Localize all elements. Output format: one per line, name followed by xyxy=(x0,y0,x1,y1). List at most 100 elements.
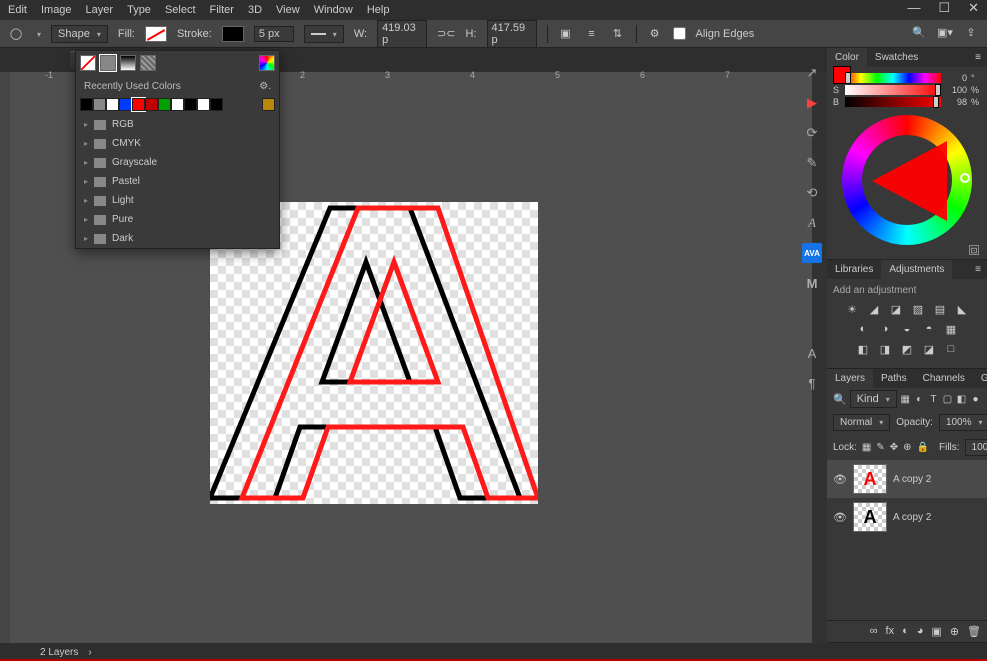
fx-icon[interactable]: fx xyxy=(886,625,895,638)
kind-dropdown[interactable]: Kind xyxy=(850,390,897,408)
preset-group[interactable]: Light xyxy=(76,191,279,210)
recent-color[interactable] xyxy=(158,98,171,111)
opacity-field[interactable]: 100% xyxy=(939,414,987,431)
dock-history-icon[interactable]: ⟳ xyxy=(802,123,822,143)
gradient-option[interactable] xyxy=(120,55,136,71)
panel-menu-icon[interactable]: ≡ xyxy=(969,48,987,67)
recent-color[interactable] xyxy=(145,98,158,111)
recent-color[interactable] xyxy=(197,98,210,111)
path-op-icon[interactable]: ▣ xyxy=(558,26,574,42)
sat-slider[interactable] xyxy=(845,85,941,95)
tab-paths[interactable]: Paths xyxy=(873,369,915,388)
tool-icon[interactable]: ◯ xyxy=(8,26,24,42)
link-wh-icon[interactable]: ⊃⊂ xyxy=(437,27,455,40)
adj-icon[interactable]: ◐ xyxy=(856,322,870,336)
filter-pixel-icon[interactable]: ▦ xyxy=(900,393,911,406)
workspace-icon[interactable]: ▣▾ xyxy=(937,24,953,40)
visibility-icon[interactable]: 👁 xyxy=(833,511,847,524)
menu-image[interactable]: Image xyxy=(41,4,72,16)
lock-trans-icon[interactable]: ▦ xyxy=(862,442,871,453)
align-icon[interactable]: ≡ xyxy=(584,26,600,42)
recent-color[interactable] xyxy=(132,98,145,111)
shape-a-red[interactable] xyxy=(242,208,538,498)
wheel-picker-icon[interactable] xyxy=(960,173,970,183)
preset-group[interactable]: Grayscale xyxy=(76,153,279,172)
tab-adjustments[interactable]: Adjustments xyxy=(881,260,952,279)
stroke-swatch[interactable] xyxy=(222,26,244,42)
adj-icon[interactable]: ◒ xyxy=(900,322,914,336)
menu-3d[interactable]: 3D xyxy=(248,4,262,16)
pattern-option[interactable] xyxy=(140,55,156,71)
recent-color[interactable] xyxy=(210,98,223,111)
filter-adj-icon[interactable]: ◐ xyxy=(914,393,925,406)
lock-artboard-icon[interactable]: ⊕ xyxy=(903,442,911,453)
tab-channels[interactable]: Channels xyxy=(915,369,973,388)
preset-group[interactable]: Dark xyxy=(76,229,279,248)
adj-hue-icon[interactable]: ◣ xyxy=(955,302,969,316)
adjustment-layer-icon[interactable]: ◕ xyxy=(917,625,924,638)
layer-thumbnail[interactable]: A xyxy=(853,502,887,532)
menu-type[interactable]: Type xyxy=(127,4,151,16)
menu-layer[interactable]: Layer xyxy=(86,4,114,16)
dock-char-icon[interactable]: A xyxy=(802,213,822,233)
gear-icon[interactable]: ⚙ xyxy=(647,26,663,42)
maximize-icon[interactable]: ☐ xyxy=(938,0,950,16)
shape-mode-dropdown[interactable]: Shape xyxy=(51,25,108,43)
layer-thumbnail[interactable]: A xyxy=(853,464,887,494)
swatch-preset-list[interactable]: RGB CMYK Grayscale Pastel Light Pure Dar… xyxy=(76,115,279,248)
layer-list[interactable]: 👁 A A copy 2 👁 A A copy 2 xyxy=(827,460,987,620)
adj-icon[interactable]: ▦ xyxy=(944,322,958,336)
adj-icon[interactable]: ◩ xyxy=(900,342,914,356)
preset-group[interactable]: CMYK xyxy=(76,134,279,153)
tab-swatches[interactable]: Swatches xyxy=(867,48,926,67)
bri-slider[interactable] xyxy=(845,97,941,107)
filter-toggle-icon[interactable]: ● xyxy=(970,393,981,406)
popup-gear-icon[interactable]: ⚙. xyxy=(259,81,271,92)
delete-layer-icon[interactable]: 🗑 xyxy=(967,625,981,638)
arrange-icon[interactable]: ⇅ xyxy=(610,26,626,42)
new-layer-icon[interactable]: ⊕ xyxy=(950,625,959,638)
solid-color-option[interactable] xyxy=(100,55,116,71)
tab-color[interactable]: Color xyxy=(827,48,867,67)
recent-color[interactable] xyxy=(184,98,197,111)
dock-play-icon[interactable]: ▶ xyxy=(802,93,822,113)
mask-icon[interactable]: ◐ xyxy=(902,625,909,638)
adj-icon[interactable]: ◪ xyxy=(922,342,936,356)
close-icon[interactable]: ✕ xyxy=(968,0,979,16)
lock-pos-icon[interactable]: ✥ xyxy=(890,442,898,453)
fill-opacity-field[interactable]: 100% xyxy=(965,439,987,456)
layer-row[interactable]: 👁 A A copy 2 xyxy=(827,498,987,536)
recent-color[interactable] xyxy=(80,98,93,111)
filter-type-icon[interactable]: T xyxy=(928,393,939,406)
color-picker-button[interactable] xyxy=(259,55,275,71)
link-layers-icon[interactable]: ∞ xyxy=(870,625,878,638)
adj-exposure-icon[interactable]: ▨ xyxy=(911,302,925,316)
minimize-icon[interactable]: — xyxy=(907,0,920,16)
hue-slider[interactable] xyxy=(845,73,941,83)
adj-icon[interactable]: ◑ xyxy=(878,322,892,336)
blend-mode-dropdown[interactable]: Normal xyxy=(833,414,890,431)
recent-color[interactable] xyxy=(262,98,275,111)
preset-group[interactable]: RGB xyxy=(76,115,279,134)
stroke-style-dropdown[interactable] xyxy=(304,25,344,43)
status-chevron-icon[interactable]: › xyxy=(88,647,91,658)
share-icon[interactable]: ⇪ xyxy=(963,24,979,40)
menu-view[interactable]: View xyxy=(276,4,300,16)
adj-icon[interactable]: ◨ xyxy=(878,342,892,356)
kind-search-icon[interactable]: 🔍 xyxy=(833,393,847,406)
menu-window[interactable]: Window xyxy=(314,4,353,16)
no-color-option[interactable] xyxy=(80,55,96,71)
adj-curves-icon[interactable]: ◪ xyxy=(889,302,903,316)
tab-layers[interactable]: Layers xyxy=(827,369,873,388)
preset-group[interactable]: Pastel xyxy=(76,172,279,191)
lock-pixels-icon[interactable]: ✎ xyxy=(876,442,884,453)
adj-brightness-icon[interactable]: ☀ xyxy=(845,302,859,316)
adj-levels-icon[interactable]: ◢ xyxy=(867,302,881,316)
fill-swatch[interactable] xyxy=(145,26,167,42)
search-icon[interactable]: 🔍 xyxy=(911,24,927,40)
menu-filter[interactable]: Filter xyxy=(210,4,234,16)
menu-select[interactable]: Select xyxy=(165,4,196,16)
adj-icon[interactable]: ◧ xyxy=(856,342,870,356)
recent-color[interactable] xyxy=(93,98,106,111)
adj-vibrance-icon[interactable]: ▤ xyxy=(933,302,947,316)
